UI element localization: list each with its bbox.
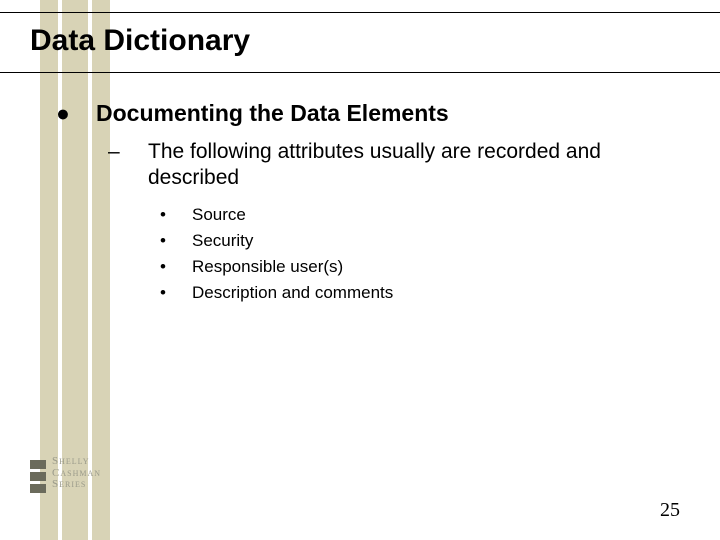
bullet-level-3: •Responsible user(s) xyxy=(60,256,690,278)
bullet-text: Responsible user(s) xyxy=(192,257,343,276)
logo-line: Shelly xyxy=(52,456,101,468)
bullet-level-2: –The following attributes usually are re… xyxy=(60,139,690,192)
logo-bars-icon xyxy=(30,460,46,492)
bullet-text: Source xyxy=(192,205,246,224)
divider-top xyxy=(0,12,720,13)
page-number: 25 xyxy=(660,499,680,522)
logo-text: Shelly Cashman Series xyxy=(52,456,101,491)
bullet-marker: ● xyxy=(76,100,96,127)
bullet-level-3: •Description and comments xyxy=(60,282,690,304)
bullet-text: Documenting the Data Elements xyxy=(96,100,449,126)
bullet-level-1: ●Documenting the Data Elements xyxy=(60,100,690,127)
bullet-marker: – xyxy=(128,139,148,165)
bullet-text: The following attributes usually are rec… xyxy=(148,140,601,189)
bullet-text: Description and comments xyxy=(192,283,393,302)
bullet-marker: • xyxy=(176,282,192,304)
logo-line: Series xyxy=(52,479,101,491)
series-logo: Shelly Cashman Series xyxy=(30,450,130,500)
bullet-marker: • xyxy=(176,230,192,252)
bullet-marker: • xyxy=(176,256,192,278)
divider-under-title xyxy=(0,72,720,73)
slide-body: ●Documenting the Data Elements –The foll… xyxy=(60,100,690,308)
bullet-level-3: •Source xyxy=(60,204,690,226)
bullet-text: Security xyxy=(192,231,253,250)
bullet-level-3: •Security xyxy=(60,230,690,252)
slide-title: Data Dictionary xyxy=(30,24,250,58)
bullet-marker: • xyxy=(176,204,192,226)
